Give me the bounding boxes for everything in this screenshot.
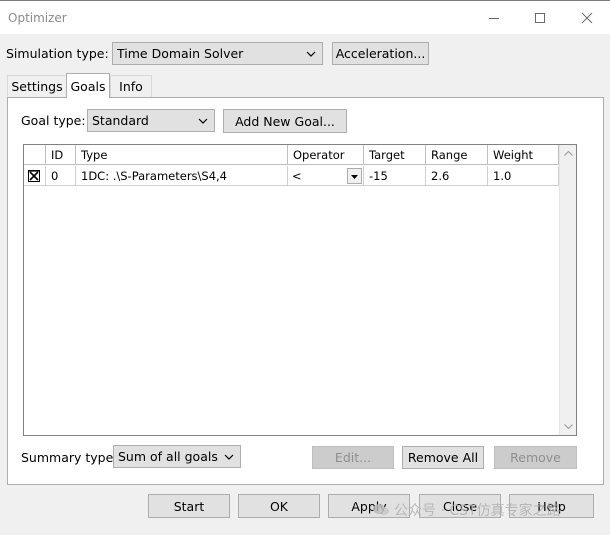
chat-bubble-icon [373, 504, 389, 515]
table-header-target: Target [364, 145, 426, 165]
operator-dropdown-button[interactable] [347, 168, 362, 184]
minimize-icon [489, 18, 499, 19]
summary-type-label: Summary type: [21, 450, 118, 465]
chevron-down-icon [198, 118, 208, 124]
close-icon [581, 12, 593, 24]
table-header-operator: Operator [288, 145, 364, 165]
remove-button[interactable]: Remove [494, 446, 577, 469]
close-window-button[interactable] [564, 1, 610, 35]
table-header-weight: Weight [488, 145, 559, 165]
chevron-down-icon [306, 51, 316, 57]
edit-button[interactable]: Edit... [312, 446, 394, 469]
goal-type-label: Goal type: [21, 113, 86, 128]
ok-button[interactable]: OK [238, 494, 320, 518]
remove-all-button[interactable]: Remove All [402, 446, 484, 469]
start-button[interactable]: Start [148, 494, 230, 518]
table-header-select [24, 145, 46, 165]
simulation-type-select[interactable]: Time Domain Solver [112, 42, 323, 65]
table-header-id: ID [46, 145, 76, 165]
table-header-range: Range [426, 145, 488, 165]
acceleration-button[interactable]: Acceleration... [332, 42, 429, 65]
goal-type-select[interactable]: Standard [87, 109, 215, 132]
cell-weight[interactable]: 1.0 [488, 166, 559, 186]
goal-type-value: Standard [92, 113, 149, 128]
watermark-text: 公众号 · CST仿真专家之路 [394, 503, 561, 519]
chevron-down-icon [224, 454, 234, 460]
add-new-goal-button[interactable]: Add New Goal... [223, 109, 347, 133]
simulation-type-label: Simulation type: [6, 46, 109, 61]
tab-info[interactable]: Info [110, 75, 152, 97]
title-bar: Optimizer [0, 0, 610, 34]
maximize-icon [535, 13, 545, 23]
operator-value: < [292, 168, 302, 183]
summary-type-value: Sum of all goals [118, 449, 218, 464]
cell-type[interactable]: 1DC: .\S-Parameters\S4,4 [76, 166, 288, 186]
window-title: Optimizer [8, 11, 67, 25]
goals-table: ID Type Operator Target Range Weight 0 1… [23, 144, 577, 436]
tab-settings[interactable]: Settings [7, 75, 67, 97]
tab-goals[interactable]: Goals [66, 73, 110, 98]
simulation-type-value: Time Domain Solver [117, 46, 244, 61]
watermark: 公众号 · CST仿真专家之路 [372, 500, 561, 520]
vertical-scrollbar[interactable] [559, 145, 576, 435]
table-row [24, 166, 46, 186]
cell-id: 0 [46, 166, 76, 186]
dropdown-arrow-icon [351, 175, 358, 179]
cell-operator[interactable]: < [288, 166, 364, 186]
scroll-down-icon[interactable] [564, 424, 573, 429]
row-checkbox[interactable] [28, 169, 40, 182]
summary-type-select[interactable]: Sum of all goals [113, 445, 241, 468]
maximize-button[interactable] [517, 1, 563, 35]
table-header-type: Type [76, 145, 288, 165]
cell-target[interactable]: -15 [364, 166, 426, 186]
cell-range[interactable]: 2.6 [426, 166, 488, 186]
scroll-up-icon[interactable] [564, 151, 573, 156]
minimize-button[interactable] [471, 1, 517, 35]
